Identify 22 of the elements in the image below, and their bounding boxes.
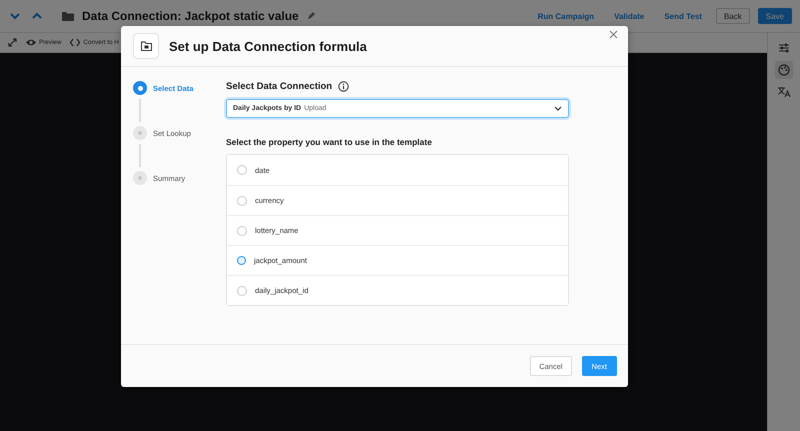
document-title: Data Connection: Jackpot static value: [82, 9, 299, 23]
info-icon: [338, 81, 350, 92]
field-label: Select Data Connection: [226, 81, 332, 92]
palette-icon: [777, 63, 791, 77]
folder-icon: [140, 41, 152, 51]
pencil-icon[interactable]: [306, 12, 315, 20]
radio-button[interactable]: [237, 226, 247, 236]
radio-button[interactable]: [237, 165, 247, 175]
code-icon: [70, 38, 80, 47]
dialog-title: Set up Data Connection formula: [169, 38, 367, 54]
radio-button[interactable]: [237, 286, 247, 296]
eye-icon: [26, 38, 36, 47]
radio-button[interactable]: [237, 196, 247, 206]
folder-icon: [62, 11, 74, 21]
back-button[interactable]: Back: [716, 8, 750, 24]
translate-icon: [777, 85, 791, 99]
radio-button[interactable]: [237, 256, 246, 265]
side-tool-button[interactable]: [775, 61, 793, 79]
sliders-icon: [777, 41, 791, 55]
property-prompt: Select the property you want to use in the template: [226, 137, 433, 147]
chevron-down-icon: [554, 106, 562, 112]
expand-icon[interactable]: [8, 38, 17, 47]
